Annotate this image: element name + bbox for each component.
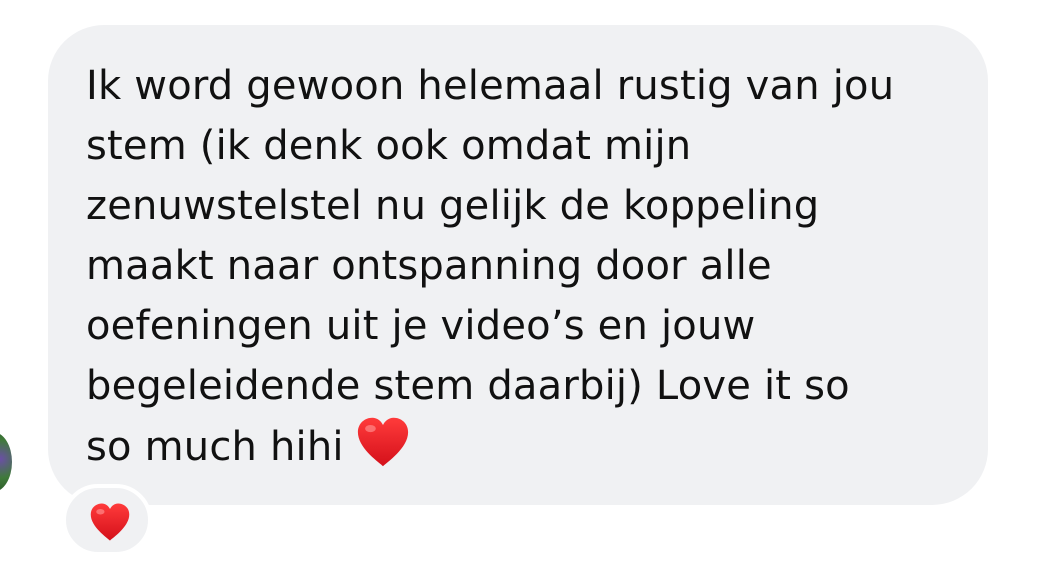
- message-line-5: oefeningen uit je video’s en jouw: [86, 303, 756, 349]
- message-line-6: begeleidende stem daarbij) Love it so: [86, 363, 850, 409]
- message-line-4: maakt naar ontspanning door alle: [86, 243, 772, 289]
- message-line-3: zenuwstelstel nu gelijk de koppeling: [86, 183, 820, 229]
- message-text: Ik word gewoon helemaal rustig van jou s…: [86, 56, 966, 477]
- reaction-badge[interactable]: [62, 484, 152, 556]
- message-line-2: stem (ik denk ook omdat mijn: [86, 123, 692, 169]
- reaction-heart-icon: [88, 502, 132, 542]
- chat-thread: Ik word gewoon helemaal rustig van jou s…: [0, 0, 1041, 584]
- message-line-7: so much hihi: [86, 424, 344, 470]
- sender-avatar[interactable]: [0, 432, 12, 492]
- message-line-1: Ik word gewoon helemaal rustig van jou: [86, 63, 895, 109]
- red-heart-icon: [354, 416, 412, 468]
